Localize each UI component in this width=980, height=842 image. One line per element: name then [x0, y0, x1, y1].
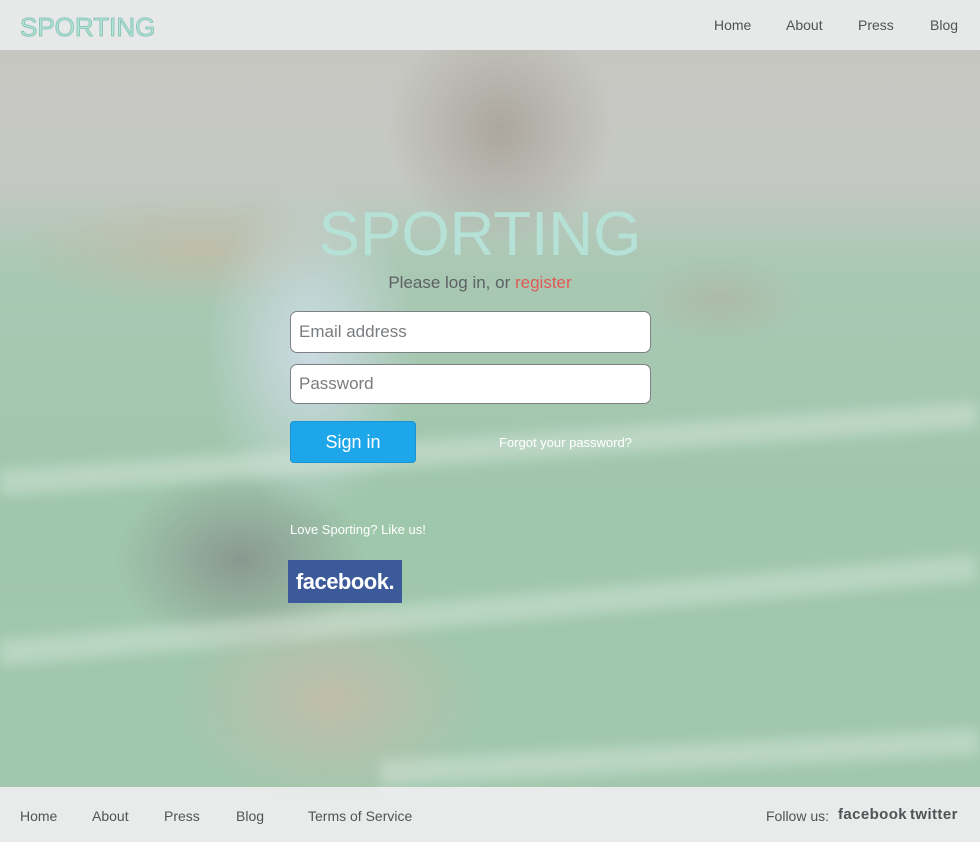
follow-us-label: Follow us: [766, 808, 830, 824]
footer-link-home[interactable]: Home [20, 807, 57, 825]
nav-press[interactable]: Press [858, 16, 894, 34]
footer-link-about[interactable]: About [92, 807, 129, 825]
nav-home[interactable]: Home [714, 16, 751, 34]
footer-facebook-link[interactable]: facebook [838, 806, 907, 824]
top-navigation-bar: SPORTING Home About Press Blog [0, 0, 980, 50]
register-link[interactable]: register [515, 273, 572, 292]
nav-blog[interactable]: Blog [930, 16, 958, 34]
footer-link-terms[interactable]: Terms of Service [308, 807, 412, 825]
brand-logo[interactable]: SPORTING [20, 12, 156, 43]
like-us-text: Love Sporting? Like us! [290, 522, 426, 537]
footer-link-press[interactable]: Press [164, 807, 200, 825]
footer-link-blog[interactable]: Blog [236, 807, 264, 825]
track-line [379, 728, 980, 786]
facebook-like-button[interactable]: facebook. [288, 560, 402, 603]
email-field[interactable] [290, 311, 651, 353]
password-field[interactable] [290, 364, 651, 404]
nav-about[interactable]: About [786, 16, 823, 34]
footer-twitter-link[interactable]: twitter [910, 806, 958, 824]
track-line [0, 554, 978, 666]
login-subtitle: Please log in, or register [280, 272, 680, 294]
hero-title: SPORTING [318, 200, 642, 269]
forgot-password-link[interactable]: Forgot your password? [499, 435, 632, 451]
footer-bar: Home About Press Blog Terms of Service F… [0, 787, 980, 842]
sign-in-button[interactable]: Sign in [290, 421, 416, 463]
hero-background-image [0, 0, 980, 842]
track-line [0, 401, 979, 496]
login-prompt-text: Please log in, or [388, 273, 515, 292]
